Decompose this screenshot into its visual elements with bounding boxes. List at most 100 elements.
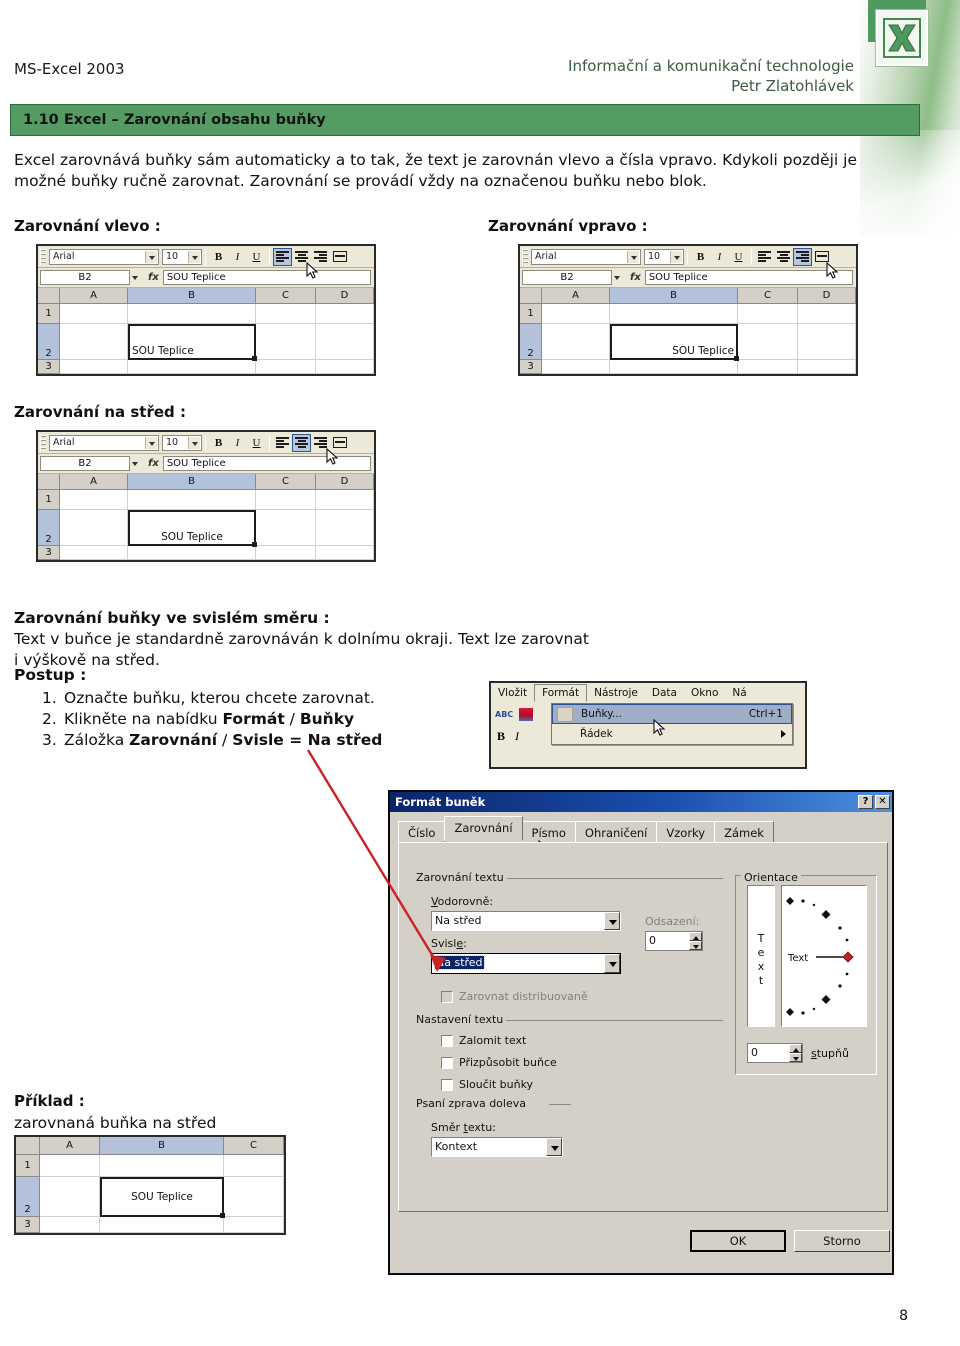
row-header-2[interactable]: 2 [38, 510, 60, 546]
align-left-button[interactable] [273, 434, 292, 452]
rotation-dial[interactable]: Text [781, 885, 867, 1027]
menu-item-napoveda[interactable]: Ná [725, 685, 753, 701]
selected-cell-b2[interactable]: SOU Teplice [128, 510, 257, 547]
font-size-combo[interactable]: 10 [644, 248, 684, 265]
underline-button[interactable]: U [247, 434, 266, 452]
cell-c3[interactable] [224, 1217, 284, 1233]
chevron-down-icon[interactable] [546, 1138, 562, 1156]
menu-item-vlozit[interactable]: Vložit [491, 685, 534, 701]
spinner-down-icon[interactable] [689, 941, 702, 950]
corner-header[interactable] [38, 474, 60, 490]
cell-c3[interactable] [738, 360, 798, 374]
cell-d3[interactable] [316, 546, 374, 560]
align-left-button[interactable] [273, 247, 292, 266]
menu-item-data[interactable]: Data [645, 685, 684, 701]
row-header-3[interactable]: 3 [38, 546, 60, 560]
row-header-1[interactable]: 1 [520, 304, 542, 324]
align-center-button[interactable] [292, 248, 311, 266]
cell-a1[interactable] [40, 1155, 100, 1177]
fill-handle[interactable] [734, 356, 739, 361]
cell-c2[interactable] [738, 324, 798, 360]
corner-header[interactable] [16, 1137, 40, 1155]
menu-item-okno[interactable]: Okno [684, 685, 725, 701]
insert-function-icon[interactable]: fx [144, 458, 163, 469]
merge-and-center-button[interactable] [330, 248, 349, 266]
spinner-up-icon[interactable] [689, 932, 702, 941]
cell-c3[interactable] [256, 360, 316, 374]
row-header-3[interactable]: 3 [520, 360, 542, 374]
toolbar-gripper[interactable] [40, 434, 46, 451]
fill-handle[interactable] [252, 542, 257, 547]
chevron-down-icon[interactable] [188, 436, 200, 449]
cell-d3[interactable] [316, 360, 374, 374]
corner-header[interactable] [520, 288, 542, 304]
column-header-d[interactable]: D [316, 288, 374, 304]
column-header-b[interactable]: B [128, 288, 256, 304]
cell-a3[interactable] [40, 1217, 100, 1233]
align-center-button[interactable] [774, 248, 793, 266]
italic-button[interactable]: I [515, 729, 519, 744]
corner-header[interactable] [38, 288, 60, 304]
cell-c2[interactable] [256, 324, 316, 360]
chevron-down-icon[interactable] [129, 457, 143, 472]
cell-b1[interactable] [128, 490, 256, 510]
chevron-down-icon[interactable] [188, 250, 200, 263]
name-box[interactable]: B2 [522, 270, 612, 285]
chevron-down-icon[interactable] [129, 271, 143, 286]
merge-and-center-button[interactable] [812, 248, 831, 266]
tab-vzorky[interactable]: Vzorky [656, 821, 716, 843]
name-box[interactable]: B2 [40, 270, 130, 285]
column-header-c[interactable]: C [256, 474, 316, 490]
cell-c2[interactable] [256, 510, 316, 546]
row-header-1[interactable]: 1 [16, 1155, 40, 1177]
text-direction-combo[interactable]: Kontext [431, 1137, 563, 1157]
fill-handle[interactable] [220, 1213, 225, 1218]
insert-function-icon[interactable]: fx [144, 272, 163, 283]
font-name-combo[interactable]: Arial [531, 248, 641, 265]
row-header-2[interactable]: 2 [38, 324, 60, 360]
tab-cislo[interactable]: Číslo [398, 821, 446, 843]
cell-c1[interactable] [224, 1155, 284, 1177]
chevron-down-icon[interactable] [627, 250, 639, 263]
chevron-down-icon[interactable] [611, 271, 625, 286]
font-size-combo[interactable]: 10 [162, 248, 202, 265]
merge-and-center-button[interactable] [330, 434, 349, 452]
column-header-b[interactable]: B [128, 474, 256, 490]
chevron-down-icon[interactable] [604, 912, 620, 930]
row-header-3[interactable]: 3 [38, 360, 60, 374]
menu-item-format[interactable]: Formát [534, 684, 588, 702]
cell-c3[interactable] [256, 546, 316, 560]
font-size-combo[interactable]: 10 [162, 434, 202, 451]
cell-a2[interactable] [40, 1177, 100, 1217]
column-header-c[interactable]: C [738, 288, 798, 304]
chevron-down-icon[interactable] [145, 436, 157, 449]
underline-button[interactable]: U [729, 248, 748, 266]
cell-c2[interactable] [224, 1177, 284, 1217]
cell-d1[interactable] [316, 490, 374, 510]
toolbar-gripper[interactable] [522, 248, 528, 265]
cell-a3[interactable] [60, 546, 128, 560]
cancel-button[interactable]: Storno [794, 1230, 890, 1252]
cell-a1[interactable] [542, 304, 610, 324]
italic-button[interactable]: I [228, 434, 247, 452]
vertical-alignment-combo[interactable]: Na střed [431, 953, 621, 974]
column-header-b[interactable]: B [100, 1137, 224, 1155]
cell-b1[interactable] [610, 304, 738, 324]
tab-pismo[interactable]: Písmo [521, 821, 576, 843]
help-button[interactable]: ? [858, 795, 873, 809]
cell-a3[interactable] [542, 360, 610, 374]
formula-bar[interactable]: SOU Teplice [162, 270, 371, 285]
cell-d1[interactable] [316, 304, 374, 324]
chevron-down-icon[interactable] [670, 250, 682, 263]
align-right-button[interactable] [311, 434, 330, 452]
cell-a2[interactable] [542, 324, 610, 360]
spinner-up-icon[interactable] [789, 1044, 802, 1053]
cell-a3[interactable] [60, 360, 128, 374]
font-name-combo[interactable]: Arial [49, 248, 159, 265]
checkbox-distributed[interactable] [441, 991, 453, 1003]
toolbar-gripper[interactable] [40, 248, 46, 265]
cell-a2[interactable] [60, 510, 128, 546]
align-center-button[interactable] [292, 433, 311, 452]
align-left-button[interactable] [755, 248, 774, 266]
cell-a1[interactable] [60, 304, 128, 324]
